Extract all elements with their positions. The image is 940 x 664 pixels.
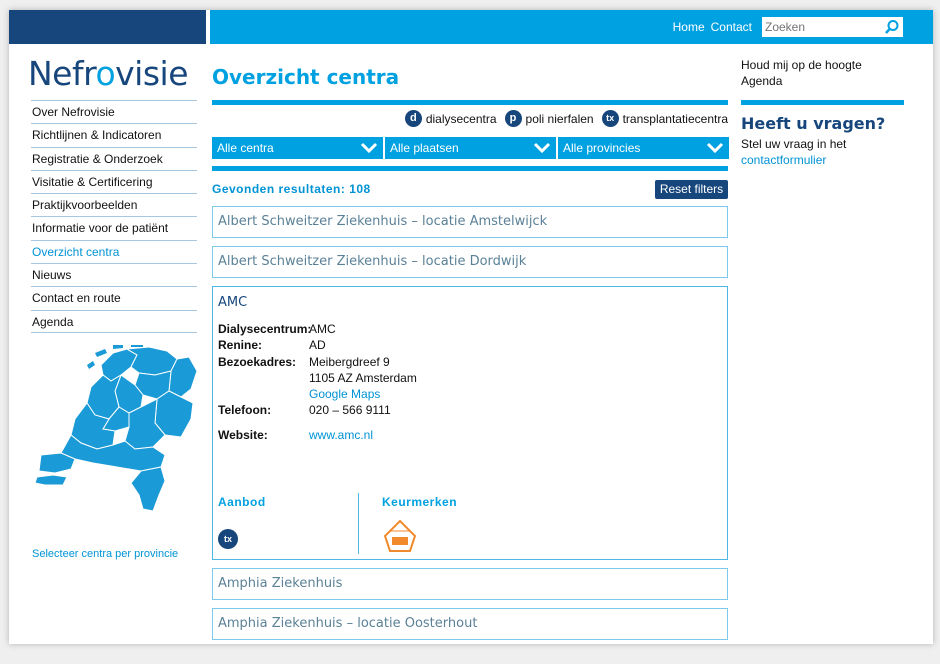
map-select-province-link[interactable]: Selecteer centra per provincie: [32, 548, 178, 560]
transplant-badge-icon: tx: [218, 529, 238, 549]
centre-name[interactable]: AMC: [218, 295, 247, 310]
topbar: Home Contact: [210, 10, 933, 44]
reset-filters-button[interactable]: Reset filters: [655, 180, 728, 199]
right-links: Houd mij op de hoogte Agenda: [741, 57, 862, 89]
legend-label-transplant: transplantatiecentra: [622, 111, 728, 126]
website-link[interactable]: www.amc.nl: [309, 427, 373, 443]
sidebar-item-nieuws[interactable]: Nieuws: [31, 263, 197, 286]
sidebar-item-registratie[interactable]: Registratie & Onderzoek: [31, 146, 197, 170]
newsletter-link[interactable]: Houd mij op de hoogte: [741, 57, 862, 73]
filter-centra-select[interactable]: Alle centra: [212, 137, 383, 159]
search-icon[interactable]: [884, 19, 900, 35]
legend-label-poli: poli nierfalen: [525, 111, 594, 126]
sidebar-nav: Over Nefrovisie Richtlijnen & Indicatore…: [31, 100, 197, 333]
label-website: Website:: [218, 427, 268, 442]
filter-centra-value: Alle centra: [217, 141, 274, 155]
centre-card-expanded: AMC Dialysecentrum: AMC Renine: AD Bezoeka…: [212, 286, 728, 560]
top-navigation: Home Contact: [673, 17, 903, 37]
search-box: [762, 17, 903, 37]
value-adres-street: Meibergdreef 9: [309, 354, 390, 369]
sidebar-item-praktijkvoorbeelden[interactable]: Praktijkvoorbeelden: [31, 193, 197, 216]
netherlands-province-map[interactable]: [31, 345, 199, 515]
filter-provincies-select[interactable]: Alle provincies: [558, 137, 729, 159]
home-link[interactable]: Home: [673, 20, 705, 34]
topbar-brand-strip: [9, 10, 206, 44]
sidebar-item-informatie[interactable]: Informatie voor de patiënt: [31, 216, 197, 239]
centre-card[interactable]: Amphia Ziekenhuis: [212, 568, 728, 600]
label-telefoon: Telefoon:: [218, 403, 272, 418]
filter-plaatsen-value: Alle plaatsen: [390, 141, 459, 155]
filter-bar: Alle centra Alle plaatsen Alle provincie…: [212, 137, 729, 159]
dialysis-badge-icon: d: [404, 110, 422, 127]
keurmerken-heading: Keurmerken: [382, 495, 458, 509]
centre-card[interactable]: Amphia Ziekenhuis – locatie Oosterhout: [212, 608, 728, 640]
questions-prompt: Stel uw vraag in het: [741, 137, 847, 151]
questions-heading: Heeft u vragen?: [741, 114, 886, 133]
sidebar-item-agenda[interactable]: Agenda: [31, 309, 197, 333]
value-renine: AD: [309, 338, 326, 353]
contact-link[interactable]: Contact: [711, 20, 752, 34]
right-divider: [741, 100, 904, 105]
section-divider: [358, 493, 359, 554]
sidebar-item-richtlijnen[interactable]: Richtlijnen & Indicatoren: [31, 123, 197, 146]
label-renine: Renine:: [218, 338, 263, 353]
search-input[interactable]: [762, 17, 880, 37]
google-maps-link[interactable]: Google Maps: [309, 386, 380, 402]
sidebar-item-contact[interactable]: Contact en route: [31, 286, 197, 309]
filter-divider: [212, 166, 728, 171]
centre-details: Dialysecentrum: AMC Renine: AD Bezoekadres…: [218, 321, 417, 443]
centre-card[interactable]: Albert Schweitzer Ziekenhuis – locatie A…: [212, 206, 728, 238]
centre-type-legend: d dialysecentra p poli nierfalen tx tran…: [397, 110, 728, 127]
sidebar-item-overzicht-centra[interactable]: Overzicht centra: [31, 239, 197, 263]
contact-form-link[interactable]: contactformulier: [741, 153, 826, 167]
sidebar-item-visitatie[interactable]: Visitatie & Certificering: [31, 169, 197, 193]
hkz-certification-icon: [383, 519, 417, 552]
label-bezoekadres: Bezoekadres:: [218, 354, 297, 369]
sidebar-item-over-nefrovisie[interactable]: Over Nefrovisie: [31, 100, 197, 123]
results-count: Gevonden resultaten: 108: [212, 182, 371, 196]
chevron-down-icon: [360, 142, 378, 154]
questions-text: Stel uw vraag in het contactformulier: [741, 136, 846, 168]
filter-plaatsen-select[interactable]: Alle plaatsen: [385, 137, 556, 159]
legend-label-dialysis: dialysecentra: [425, 111, 497, 126]
title-divider: [212, 100, 728, 105]
aanbod-heading: Aanbod: [218, 495, 266, 509]
transplant-badge-icon: tx: [601, 110, 619, 127]
page-title: Overzicht centra: [212, 65, 400, 89]
chevron-down-icon: [533, 142, 551, 154]
filter-provincies-value: Alle provincies: [563, 141, 641, 155]
page: Home Contact Nefrovisie Over Nefrovisie …: [9, 10, 933, 644]
value-adres-city: 1105 AZ Amsterdam: [309, 370, 417, 385]
poli-badge-icon: p: [504, 110, 522, 127]
agenda-link[interactable]: Agenda: [741, 73, 862, 89]
label-dialysecentrum: Dialysecentrum:: [218, 322, 312, 336]
logo[interactable]: Nefrovisie: [28, 54, 189, 93]
value-telefoon: 020 – 566 9111: [309, 403, 391, 418]
centre-card[interactable]: Albert Schweitzer Ziekenhuis – locatie D…: [212, 246, 728, 278]
chevron-down-icon: [706, 142, 724, 154]
value-dialysecentrum: AMC: [309, 322, 336, 336]
